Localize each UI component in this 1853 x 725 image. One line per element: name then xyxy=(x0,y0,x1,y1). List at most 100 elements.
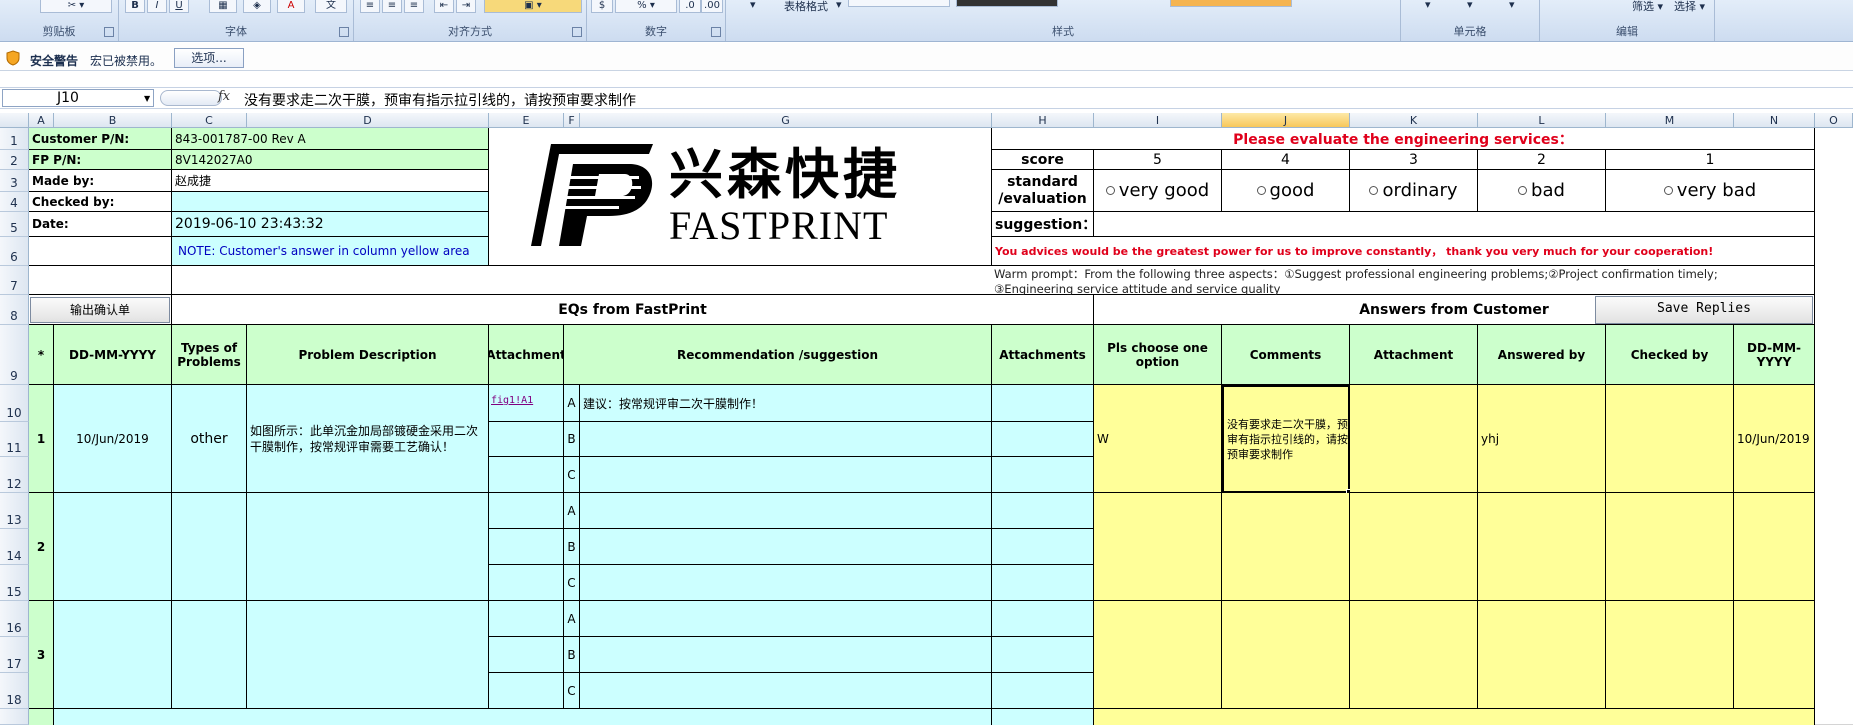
row-header[interactable]: 8 xyxy=(0,295,29,325)
row-header[interactable]: 11 xyxy=(0,422,29,457)
answer-attachment-cell[interactable] xyxy=(1350,493,1478,601)
underline-button[interactable]: U xyxy=(169,0,189,13)
attachments-cell[interactable] xyxy=(992,709,1094,725)
eq-problem-description[interactable] xyxy=(247,493,489,601)
radio-icon[interactable] xyxy=(1663,186,1673,195)
option-very-bad[interactable]: very bad xyxy=(1606,170,1815,212)
next-answer-row[interactable] xyxy=(1094,709,1815,725)
option-bad[interactable]: bad xyxy=(1478,170,1606,212)
table-format-arrow-icon[interactable]: ▾ xyxy=(836,0,842,11)
eq-attachment-empty[interactable] xyxy=(489,493,564,529)
merge-center-button[interactable]: ▣ ▾ xyxy=(484,0,582,13)
row-header[interactable] xyxy=(0,709,29,725)
font-launcher-icon[interactable] xyxy=(339,27,349,37)
recommendation-c[interactable] xyxy=(580,673,992,709)
choice-cell[interactable] xyxy=(1094,601,1222,709)
italic-button[interactable]: I xyxy=(147,0,167,13)
column-header-k[interactable]: K xyxy=(1350,113,1478,128)
recommendation-a[interactable]: 建议：按常规评审二次干膜制作！ xyxy=(580,385,992,422)
row-header[interactable]: 15 xyxy=(0,565,29,601)
row-header[interactable]: 7 xyxy=(0,266,29,295)
save-replies-button[interactable]: Save Replies xyxy=(1595,296,1813,324)
eq-type[interactable] xyxy=(172,493,247,601)
name-box[interactable]: J10 xyxy=(2,89,154,107)
row-header[interactable]: 4 xyxy=(0,192,29,212)
decrease-decimal-button[interactable]: .00 xyxy=(701,0,723,13)
format-arrow-icon[interactable]: ▾ xyxy=(1509,0,1515,11)
alignment-launcher-icon[interactable] xyxy=(572,27,582,37)
select-all-corner[interactable] xyxy=(0,113,29,128)
row-header[interactable]: 18 xyxy=(0,673,29,709)
checked-by-cell[interactable] xyxy=(1606,385,1734,493)
column-header-c[interactable]: C xyxy=(172,113,247,128)
border-button[interactable]: ▦ xyxy=(209,0,237,13)
row-header[interactable]: 16 xyxy=(0,601,29,637)
attachments-cell[interactable] xyxy=(992,422,1094,457)
eq-date[interactable]: 10/Jun/2019 xyxy=(54,385,172,493)
formula-input[interactable]: 没有要求走二次干膜，预审有指示拉引线的，请按预审要求制作 xyxy=(244,90,636,110)
checked-by-cell[interactable] xyxy=(1606,493,1734,601)
row-header[interactable]: 12 xyxy=(0,457,29,493)
eq-problem-description[interactable]: 如图所示：此单沉金加局部镀硬金采用二次干膜制作，按常规评审需要工艺确认！ xyxy=(247,385,489,493)
next-eq-row[interactable] xyxy=(54,709,992,725)
checked-by-cell[interactable] xyxy=(1606,601,1734,709)
formula-expand-control[interactable] xyxy=(160,90,222,106)
column-header-j[interactable]: J xyxy=(1222,113,1350,128)
attachments-cell[interactable] xyxy=(992,385,1094,422)
eq-attachment-empty[interactable] xyxy=(489,637,564,673)
cell-style-dark[interactable] xyxy=(956,0,1058,7)
column-header-e[interactable]: E xyxy=(489,113,564,128)
indent-decrease-button[interactable]: ⇤ xyxy=(434,0,454,13)
font-color-button[interactable]: A xyxy=(277,0,305,13)
name-box-dropdown-icon[interactable]: ▼ xyxy=(144,94,150,103)
attachments-cell[interactable] xyxy=(992,457,1094,493)
align-left-button[interactable]: ≡ xyxy=(360,0,380,13)
choice-cell[interactable] xyxy=(1094,493,1222,601)
answered-by-cell[interactable] xyxy=(1478,493,1606,601)
column-header-g[interactable]: G xyxy=(580,113,992,128)
answer-date-cell[interactable]: 10/Jun/2019 xyxy=(1734,385,1815,493)
row-header[interactable]: 5 xyxy=(0,212,29,237)
attachments-cell[interactable] xyxy=(992,565,1094,601)
attachments-cell[interactable] xyxy=(992,601,1094,637)
row-header[interactable]: 9 xyxy=(0,325,29,385)
attachments-cell[interactable] xyxy=(992,529,1094,565)
align-right-button[interactable]: ≡ xyxy=(404,0,424,13)
cell-style-normal[interactable] xyxy=(848,0,950,7)
column-header-h[interactable]: H xyxy=(992,113,1094,128)
indent-increase-button[interactable]: ⇥ xyxy=(456,0,476,13)
increase-decimal-button[interactable]: .0 xyxy=(679,0,701,13)
attachments-cell[interactable] xyxy=(992,637,1094,673)
eq-attachment-empty[interactable] xyxy=(489,565,564,601)
column-header-m[interactable]: M xyxy=(1606,113,1734,128)
column-header-b[interactable]: B xyxy=(54,113,172,128)
radio-icon[interactable] xyxy=(1518,186,1528,195)
row-header[interactable]: 6 xyxy=(0,237,29,266)
insert-arrow-icon[interactable]: ▾ xyxy=(1425,0,1431,11)
empty-cell[interactable] xyxy=(29,266,172,295)
row-header[interactable]: 17 xyxy=(0,637,29,673)
conditional-format-arrow-icon[interactable]: ▾ xyxy=(750,0,756,11)
recommendation-a[interactable] xyxy=(580,601,992,637)
eq-type[interactable]: other xyxy=(172,385,247,493)
comment-cell[interactable] xyxy=(1222,601,1350,709)
choice-cell[interactable]: W xyxy=(1094,385,1222,493)
comment-cell-selected[interactable]: 没有要求走二次干膜，预审有指示拉引线的，请按预审要求制作 xyxy=(1222,385,1350,493)
option-good[interactable]: good xyxy=(1222,170,1350,212)
attachments-cell[interactable] xyxy=(992,673,1094,709)
row-header[interactable]: 13 xyxy=(0,493,29,529)
row-header[interactable]: 10 xyxy=(0,385,29,422)
row-header[interactable]: 1 xyxy=(0,128,29,150)
date-value[interactable]: 2019-06-10 23:43:32 xyxy=(172,212,489,237)
eq-attachment-empty[interactable] xyxy=(489,422,564,457)
table-format-button[interactable]: 表格格式 xyxy=(784,0,828,14)
filter-button[interactable]: 筛选 ▾ xyxy=(1632,0,1663,14)
column-header-i[interactable]: I xyxy=(1094,113,1222,128)
customer-pn-value[interactable]: 843-001787-00 Rev A xyxy=(172,128,489,150)
bold-button[interactable]: B xyxy=(125,0,145,13)
recommendation-c[interactable] xyxy=(580,565,992,601)
currency-button[interactable]: $ xyxy=(591,0,613,13)
security-options-button[interactable]: 选项... xyxy=(174,48,244,68)
answered-by-cell[interactable]: yhj xyxy=(1478,385,1606,493)
eq-type[interactable] xyxy=(172,601,247,709)
